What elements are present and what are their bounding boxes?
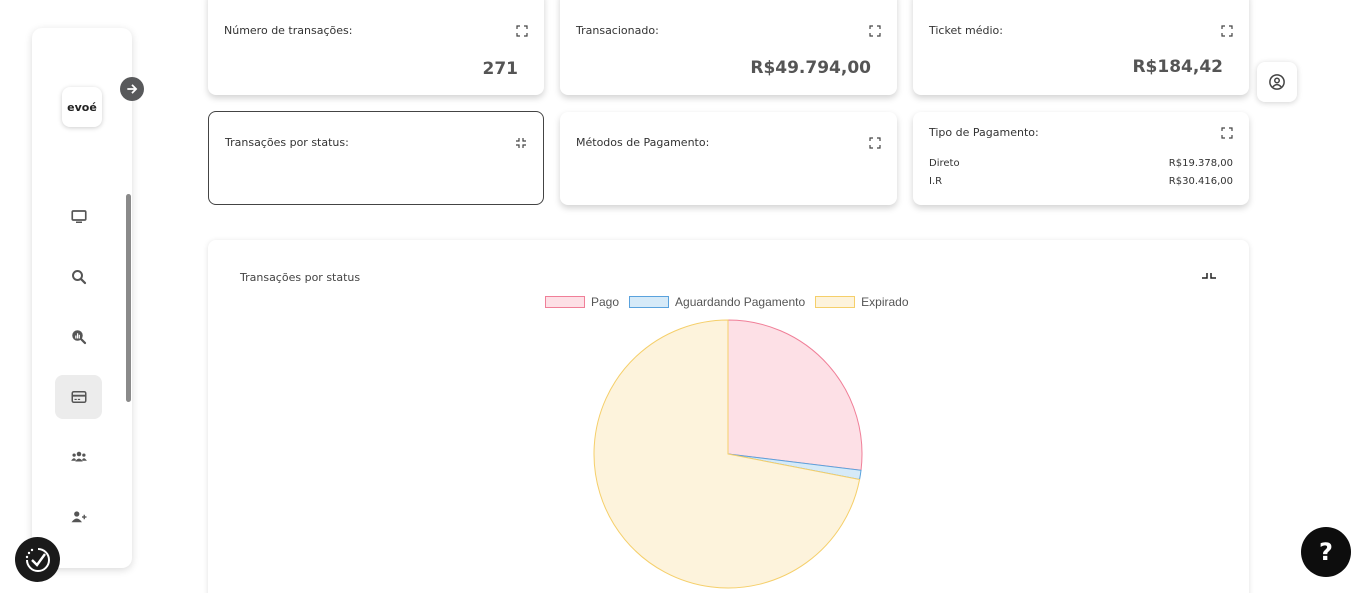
check-clock-icon: [25, 547, 50, 572]
sidebar-scrollbar[interactable]: [126, 194, 131, 402]
user-circle-icon: [1269, 74, 1285, 90]
card-transactions-count: Número de transações: 271: [208, 0, 544, 95]
expand-icon[interactable]: [516, 25, 528, 37]
pie-chart: [593, 319, 863, 589]
card-payment-methods: Métodos de Pagamento:: [560, 112, 897, 205]
arrow-right-icon: [127, 84, 138, 94]
help-button[interactable]: ?: [1301, 527, 1351, 577]
dashboard-page: evoé Número de transações: 271 Transacio…: [0, 0, 1361, 593]
payment-type-value: R$19.378,00: [1168, 158, 1233, 169]
payment-type-value: R$30.416,00: [1168, 176, 1233, 187]
card-ticket: Ticket médio: R$184,42: [913, 0, 1249, 95]
collapse-icon[interactable]: [515, 137, 527, 149]
expand-icon[interactable]: [869, 25, 881, 37]
logo-text: evoé: [67, 100, 97, 114]
sidebar-item-add-user[interactable]: [55, 495, 102, 539]
card-label: Transações por status:: [225, 136, 349, 149]
users-group-icon: [70, 451, 87, 462]
sidebar-item-users[interactable]: [55, 435, 102, 479]
sidebar-item-monitor[interactable]: [55, 195, 102, 239]
payment-type-name: Direto: [929, 158, 960, 169]
card-label: Número de transações:: [224, 24, 353, 37]
analytics-search-icon: [71, 330, 86, 345]
user-profile-button[interactable]: [1257, 62, 1297, 102]
sidebar-item-payments[interactable]: [55, 375, 102, 419]
card-transactions-by-status[interactable]: Transações por status:: [208, 111, 544, 205]
card-label: Métodos de Pagamento:: [576, 136, 710, 149]
payment-type-row: I.R R$30.416,00: [929, 176, 1233, 187]
card-transacted: Transacionado: R$49.794,00: [560, 0, 897, 95]
sidebar-item-search[interactable]: [55, 255, 102, 299]
monitor-icon: [70, 210, 87, 223]
card-value: R$49.794,00: [750, 58, 871, 78]
pie-slice-pago[interactable]: [727, 319, 863, 471]
card-value: R$184,42: [1132, 57, 1223, 77]
sidebar-item-analytics[interactable]: [55, 315, 102, 359]
status-badge[interactable]: [15, 537, 60, 582]
card-label: Transacionado:: [576, 24, 659, 37]
sidebar-expand-button[interactable]: [120, 77, 144, 101]
credit-card-icon: [71, 391, 86, 403]
sidebar: evoé: [32, 28, 132, 568]
expand-icon[interactable]: [869, 137, 881, 149]
card-value: 271: [482, 59, 519, 79]
card-label: Tipo de Pagamento:: [929, 126, 1039, 139]
card-label: Ticket médio:: [929, 24, 1003, 37]
expand-icon[interactable]: [1221, 127, 1233, 139]
card-payment-type: Tipo de Pagamento: Direto R$19.378,00 I.…: [913, 112, 1249, 205]
chart-panel: Transações por status Pago Aguardando Pa…: [208, 240, 1249, 593]
search-icon: [71, 270, 86, 285]
logo[interactable]: evoé: [62, 87, 102, 127]
help-label: ?: [1319, 538, 1333, 566]
user-add-icon: [71, 511, 86, 523]
payment-type-row: Direto R$19.378,00: [929, 158, 1233, 169]
payment-type-name: I.R: [929, 176, 943, 187]
expand-icon[interactable]: [1221, 25, 1233, 37]
